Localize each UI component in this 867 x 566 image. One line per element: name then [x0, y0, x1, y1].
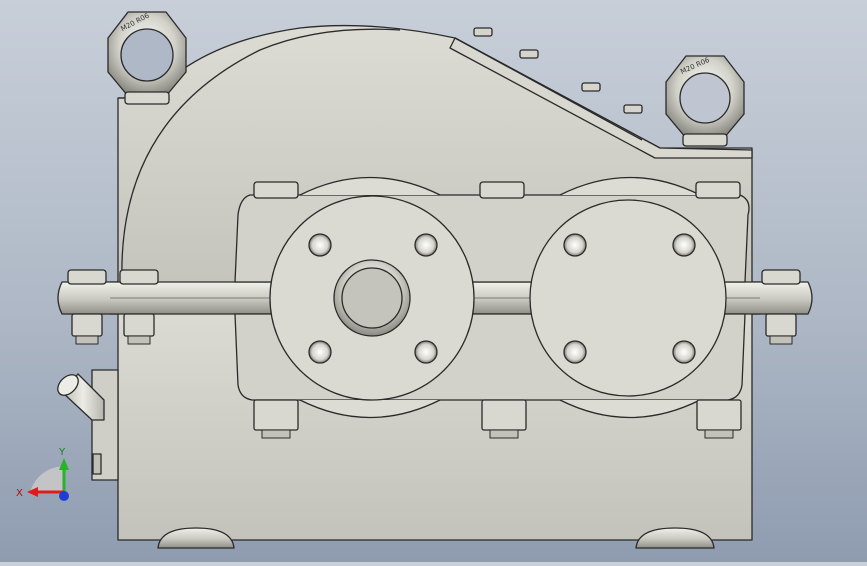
bearing-cover-right	[529, 199, 727, 397]
coordinate-triad-icon: Y X	[16, 447, 69, 501]
triad-y-label: Y	[58, 447, 66, 458]
triad-x-label: X	[16, 488, 23, 499]
eye-bolt-right	[665, 55, 745, 147]
cad-viewport[interactable]: M20 R06 M20 R06 Y X	[0, 0, 867, 562]
split-flange	[57, 281, 119, 315]
gearbox-drawing: M20 R06 M20 R06 Y X	[16, 11, 813, 549]
bearing-cover-left	[269, 195, 475, 401]
